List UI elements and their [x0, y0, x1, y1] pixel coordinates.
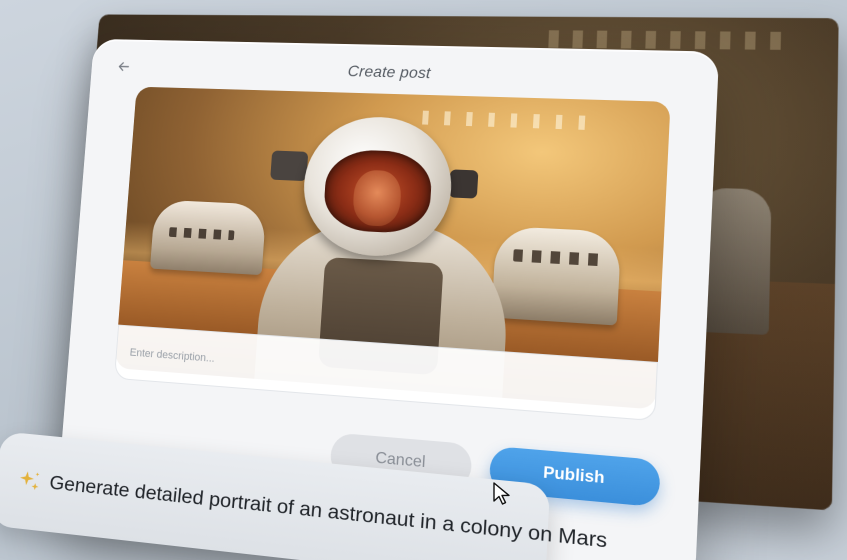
habitat-module-left [149, 199, 267, 276]
helmet-lamp-left [270, 150, 309, 182]
back-button[interactable] [114, 58, 133, 75]
dialog-title: Create post [347, 63, 432, 83]
pointer-arrow-icon [493, 482, 510, 505]
prompt-text: Generate detailed portrait of an astrona… [48, 472, 608, 553]
background-colony-lights [548, 30, 796, 50]
habitat-module-right [491, 225, 622, 326]
arrow-left-icon [118, 62, 129, 72]
sparkle-icon [19, 470, 40, 491]
colony-lights [422, 110, 586, 130]
helmet-lamp-right [448, 169, 479, 199]
